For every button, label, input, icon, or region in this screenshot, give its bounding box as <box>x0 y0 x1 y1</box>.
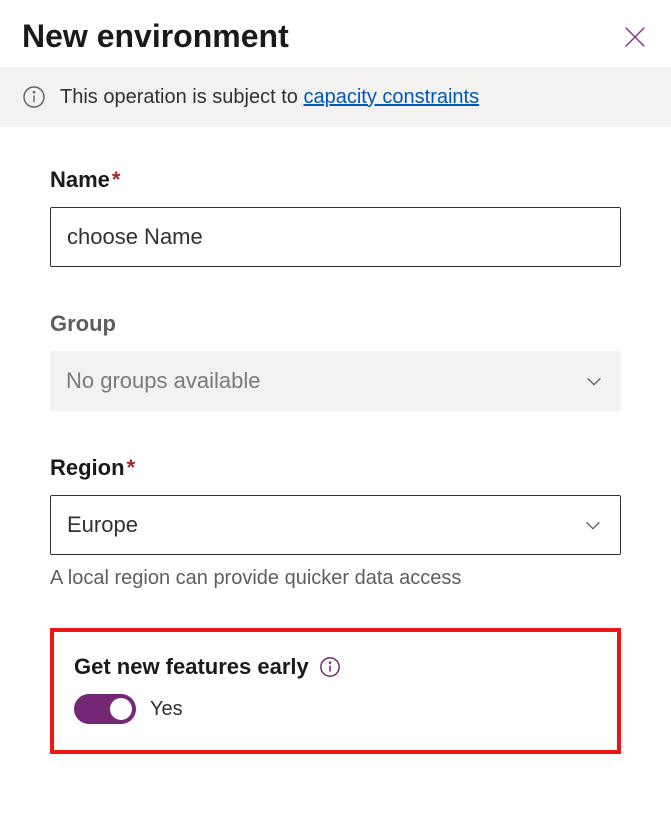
features-label: Get new features early <box>74 654 309 680</box>
chevron-down-icon <box>582 514 604 536</box>
name-label: Name* <box>50 167 621 193</box>
info-text-prefix: This operation is subject to <box>60 86 303 108</box>
group-value: No groups available <box>66 368 260 394</box>
name-field: Name* <box>50 167 621 267</box>
info-icon <box>22 85 46 109</box>
region-label: Region* <box>50 455 621 481</box>
chevron-down-icon <box>583 370 605 392</box>
group-select: No groups available <box>50 351 621 411</box>
name-label-text: Name <box>50 167 110 192</box>
info-text: This operation is subject to capacity co… <box>60 86 479 109</box>
required-asterisk: * <box>127 455 136 480</box>
features-toggle-value: Yes <box>150 698 183 721</box>
info-bar: This operation is subject to capacity co… <box>0 67 671 127</box>
close-icon[interactable] <box>621 23 649 51</box>
region-field: Region* Europe A local region can provid… <box>50 455 621 590</box>
info-icon[interactable] <box>319 656 341 678</box>
features-toggle[interactable] <box>74 694 136 724</box>
features-label-row: Get new features early <box>74 654 597 680</box>
region-helper: A local region can provide quicker data … <box>50 567 621 590</box>
region-label-text: Region <box>50 455 125 480</box>
region-select[interactable]: Europe <box>50 495 621 555</box>
panel-header: New environment <box>0 0 671 67</box>
name-input[interactable] <box>50 207 621 267</box>
capacity-constraints-link[interactable]: capacity constraints <box>303 86 479 108</box>
group-field: Group No groups available <box>50 311 621 411</box>
highlight-box: Get new features early Yes <box>50 628 621 754</box>
required-asterisk: * <box>112 167 121 192</box>
region-value: Europe <box>67 512 138 538</box>
form: Name* Group No groups available Region* … <box>0 127 671 774</box>
panel-title: New environment <box>22 18 289 55</box>
toggle-knob <box>110 698 132 720</box>
features-toggle-row: Yes <box>74 694 597 724</box>
group-label: Group <box>50 311 621 337</box>
